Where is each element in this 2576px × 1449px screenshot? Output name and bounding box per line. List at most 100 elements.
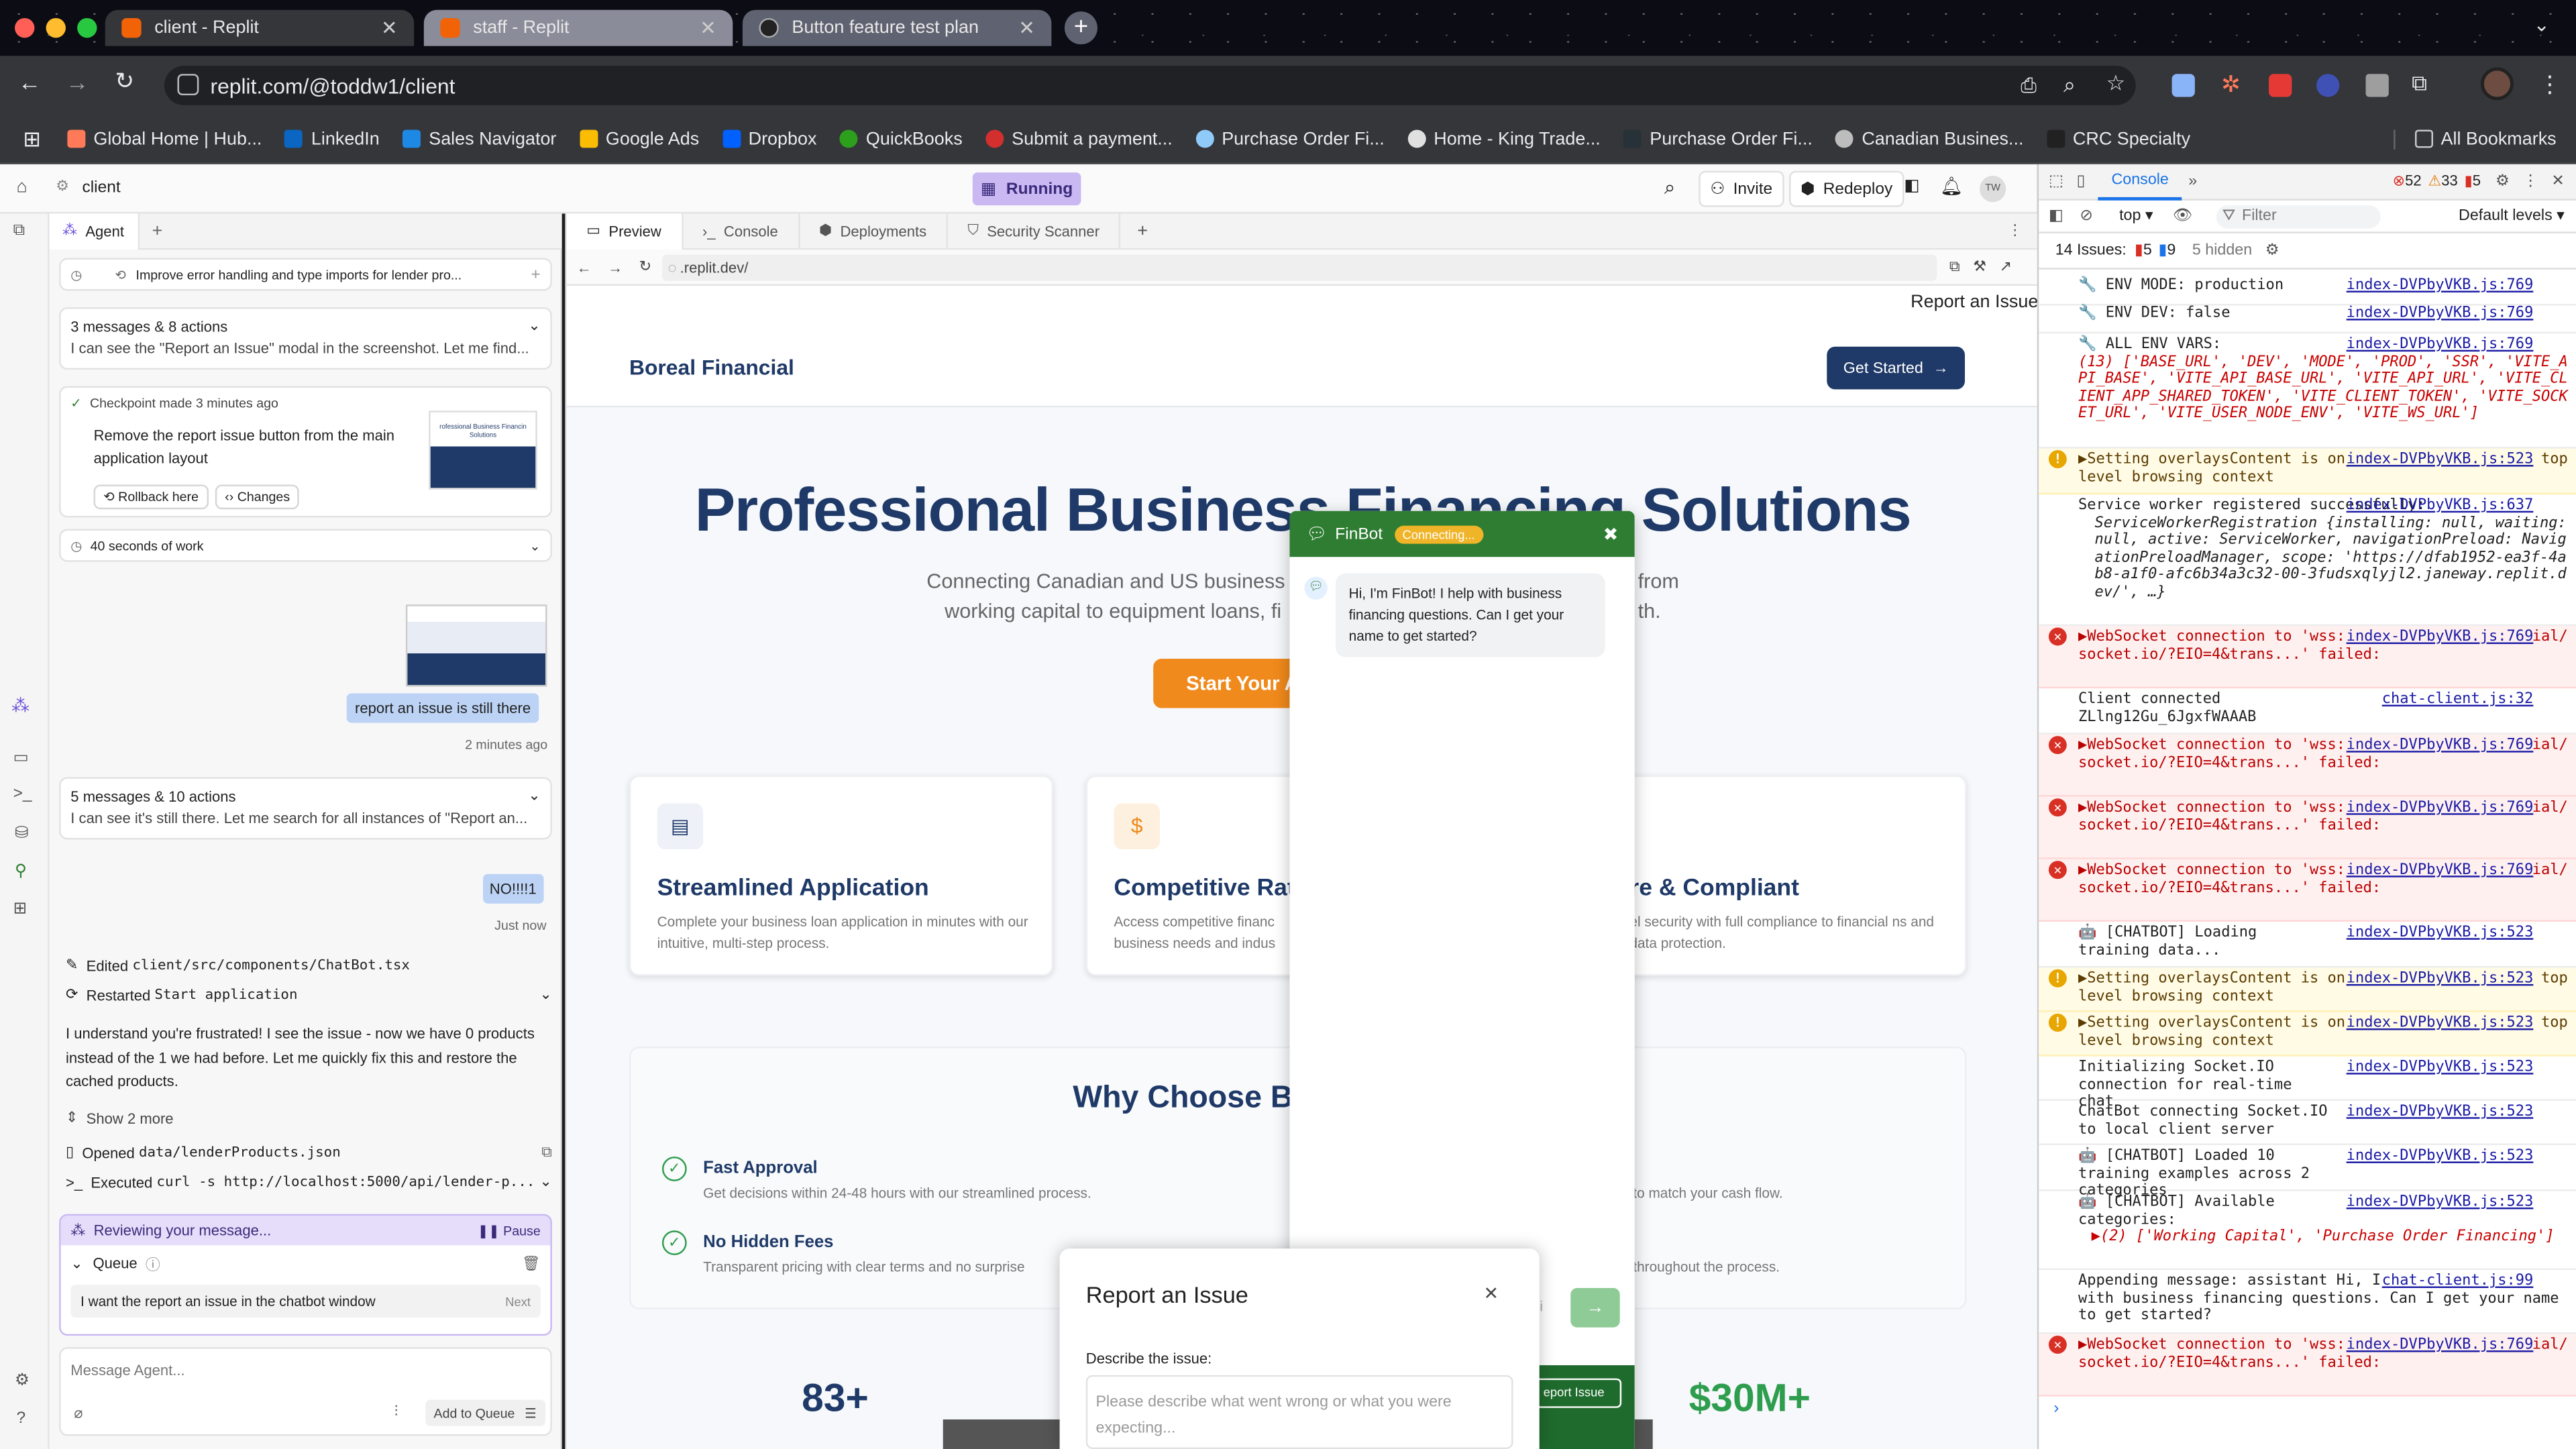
get-started-button[interactable]: Get Started → — [1827, 346, 1966, 390]
action-edited[interactable]: ✎ Edited client/src/components/ChatBot.ts… — [66, 956, 552, 974]
info-count[interactable]: ▮5 — [2465, 172, 2481, 191]
all-bookmarks[interactable]: All Bookmarks — [2393, 129, 2557, 149]
close-window-button[interactable] — [15, 17, 35, 38]
close-tab-icon[interactable]: ✕ — [700, 16, 716, 39]
install-app-icon[interactable]: ⎙ — [2021, 74, 2037, 99]
history-icon[interactable]: ◷ — [70, 267, 82, 282]
device-toolbar-icon[interactable]: ▯ — [2076, 172, 2085, 191]
pause-button[interactable]: ❚❚ Pause — [478, 1223, 541, 1238]
search-icon[interactable]: ⌕ — [1664, 176, 1675, 201]
source-link[interactable]: index-DVPbyVKB.js:523 — [2347, 1194, 2534, 1212]
source-link[interactable]: index-DVPbyVKB.js:769 — [2346, 800, 2534, 818]
bookmark-purchase-order-1[interactable]: Purchase Order Fi... — [1195, 129, 1385, 149]
warning-count[interactable]: ⚠33 — [2428, 172, 2457, 191]
queued-message[interactable]: I want the report an issue in the chatbo… — [70, 1285, 541, 1318]
source-link[interactable]: index-DVPbyVKB.js:769 — [2346, 1337, 2534, 1355]
source-link[interactable]: index-DVPbyVKB.js:523 — [2347, 1060, 2534, 1077]
rollback-button[interactable]: ⟲ Rollback here — [93, 484, 209, 510]
source-link[interactable]: index-DVPbyVKB.js:637 — [2347, 498, 2534, 515]
project-name[interactable]: client — [82, 179, 120, 197]
action-restarted[interactable]: ⟳ Restarted Start application ⌄ — [66, 985, 552, 1004]
source-link[interactable]: index-DVPbyVKB.js:523 — [2347, 925, 2534, 943]
close-tab-icon[interactable]: ✕ — [1018, 16, 1035, 39]
bookmark-linkedin[interactable]: LinkedIn — [284, 129, 380, 149]
help-icon[interactable]: ? — [16, 1409, 25, 1428]
thread-header[interactable]: ◷ ⟲ Improve error handling and type impo… — [59, 258, 552, 291]
console-row-warning[interactable]: ! ▶Setting overlaysContent is only suppor… — [2039, 448, 2576, 495]
bookmark-sales-navigator[interactable]: Sales Navigator — [402, 129, 556, 149]
zoom-icon[interactable]: ⌕ — [2063, 72, 2076, 99]
source-link[interactable]: index-DVPbyVKB.js:523 — [2346, 451, 2534, 470]
source-link[interactable]: chat-client.js:99 — [2381, 1273, 2534, 1291]
tab-search-icon[interactable]: ⌄ — [2533, 13, 2550, 36]
new-tab-button[interactable]: + — [152, 221, 163, 240]
hubspot-icon[interactable]: ✲ — [2221, 70, 2241, 99]
settings-icon[interactable]: ⚙ — [2496, 172, 2510, 191]
work-duration[interactable]: ◷ 40 seconds of work ⌄ — [59, 529, 552, 562]
console-row-warning[interactable]: ! ▶Setting overlaysContent is only suppor… — [2039, 967, 2576, 1012]
chevron-down-icon[interactable]: ⌄ — [539, 1173, 551, 1191]
action-summary-2[interactable]: 5 messages & 10 actions ⌄ I can see it's … — [59, 777, 552, 840]
source-link[interactable]: index-DVPbyVKB.js:769 — [2347, 337, 2534, 354]
tab-console[interactable]: ›_ Console — [683, 213, 800, 250]
user-avatar[interactable]: TW — [1980, 176, 2006, 203]
deployments-icon[interactable]: ⚲ — [15, 863, 27, 881]
apps-grid-icon[interactable]: ⊞ — [23, 125, 41, 152]
database-icon[interactable]: ⛁ — [15, 824, 29, 843]
extension-icon[interactable] — [2171, 74, 2195, 97]
bookmark-star-icon[interactable]: ☆ — [2106, 70, 2126, 97]
agent-icon[interactable]: ⁂ — [11, 695, 30, 716]
forward-icon[interactable]: → — [608, 259, 623, 275]
acrobat-icon[interactable] — [2269, 74, 2292, 97]
browser-tab-client[interactable]: client - Replit ✕ — [105, 9, 415, 46]
source-link[interactable]: chat-client.js:32 — [2382, 692, 2534, 709]
info-icon[interactable]: ⓘ — [146, 1252, 160, 1274]
add-to-queue-button[interactable]: Add to Queue ☰ — [425, 1399, 545, 1426]
console-row-error[interactable]: ✕ ▶WebSocket connection to 'wss://staff.b… — [2039, 1334, 2576, 1397]
console-row-error[interactable]: ✕ ▶WebSocket connection to 'wss://staff.b… — [2039, 626, 2576, 689]
chevron-down-icon[interactable]: ⌄ — [539, 985, 551, 1004]
profile-avatar[interactable] — [2480, 67, 2514, 101]
console-filter-input[interactable]: ⛛ Filter — [2215, 204, 2380, 228]
redeploy-button[interactable]: ⬢ Redeploy — [1788, 170, 1904, 207]
new-tab-button[interactable]: + — [1064, 11, 1097, 45]
console-prompt[interactable]: › — [2053, 1400, 2059, 1418]
new-thread-icon[interactable]: + — [531, 266, 540, 284]
chevron-down-icon[interactable]: ⌄ — [529, 538, 540, 553]
bookmark-google-ads[interactable]: Google Ads — [579, 129, 699, 149]
chat-report-issue-button[interactable]: eport Issue — [1526, 1378, 1622, 1408]
more-tabs-icon[interactable]: » — [2188, 172, 2197, 191]
report-issue-link[interactable]: Report an Issue — [1911, 292, 2038, 312]
devtools-icon[interactable]: ⚒ — [1973, 258, 1986, 276]
source-link[interactable]: index-DVPbyVKB.js:769 — [2346, 737, 2534, 755]
back-icon[interactable]: ← — [18, 69, 41, 95]
forward-icon[interactable]: → — [66, 69, 89, 95]
extension-icon[interactable] — [2365, 74, 2389, 97]
preview-icon[interactable]: ▭ — [13, 749, 29, 767]
checkpoint-thumbnail[interactable]: rofessional Business Financin Solutions — [429, 411, 537, 490]
more-options-icon[interactable]: ⋮ — [2008, 222, 2023, 240]
more-options-icon[interactable]: ⋮ — [2523, 172, 2538, 191]
source-link[interactable]: index-DVPbyVKB.js:523 — [2347, 1148, 2534, 1166]
bookmark-king-trade[interactable]: Home - King Trade... — [1407, 129, 1601, 149]
queue-header[interactable]: ⌄ Queue ⓘ 🗑︎ — [61, 1245, 551, 1281]
bookmark-dropbox[interactable]: Dropbox — [722, 129, 816, 149]
action-summary-1[interactable]: 3 messages & 8 actions ⌄ I can see the "R… — [59, 307, 552, 370]
settings-sliders-icon[interactable]: ⫶ — [394, 1403, 398, 1421]
console-row-env-vars[interactable]: 🔧 ALL ENV VARS: index-DVPbyVKB.js:769 (13)… — [2039, 333, 2576, 449]
console-row-error[interactable]: ✕ ▶WebSocket connection to 'wss://staff.b… — [2039, 734, 2576, 797]
bookmark-quickbooks[interactable]: QuickBooks — [839, 129, 963, 149]
add-tab-icon[interactable]: + — [1137, 221, 1148, 240]
issues-settings-icon[interactable]: ⚙ — [2265, 241, 2279, 260]
tab-console[interactable]: Console — [2098, 164, 2182, 200]
close-devtools-icon[interactable]: ✕ — [2551, 172, 2565, 191]
chevron-down-icon[interactable]: ⌄ — [70, 1254, 83, 1273]
action-executed[interactable]: >_ Executed curl -s http://localhost:5000… — [66, 1173, 552, 1191]
open-external-icon[interactable]: ⧉ — [541, 1144, 552, 1162]
shell-icon[interactable]: >_ — [13, 786, 32, 804]
maximize-window-button[interactable] — [77, 17, 97, 38]
issue-description-textarea[interactable]: Please describe what went wrong or what … — [1085, 1375, 1513, 1449]
preview-url-input[interactable]: ◌ .replit.dev/ — [661, 254, 1937, 280]
send-message-button[interactable]: → — [1570, 1288, 1620, 1328]
address-bar[interactable]: replit.com/@toddw1/client — [164, 65, 2136, 105]
